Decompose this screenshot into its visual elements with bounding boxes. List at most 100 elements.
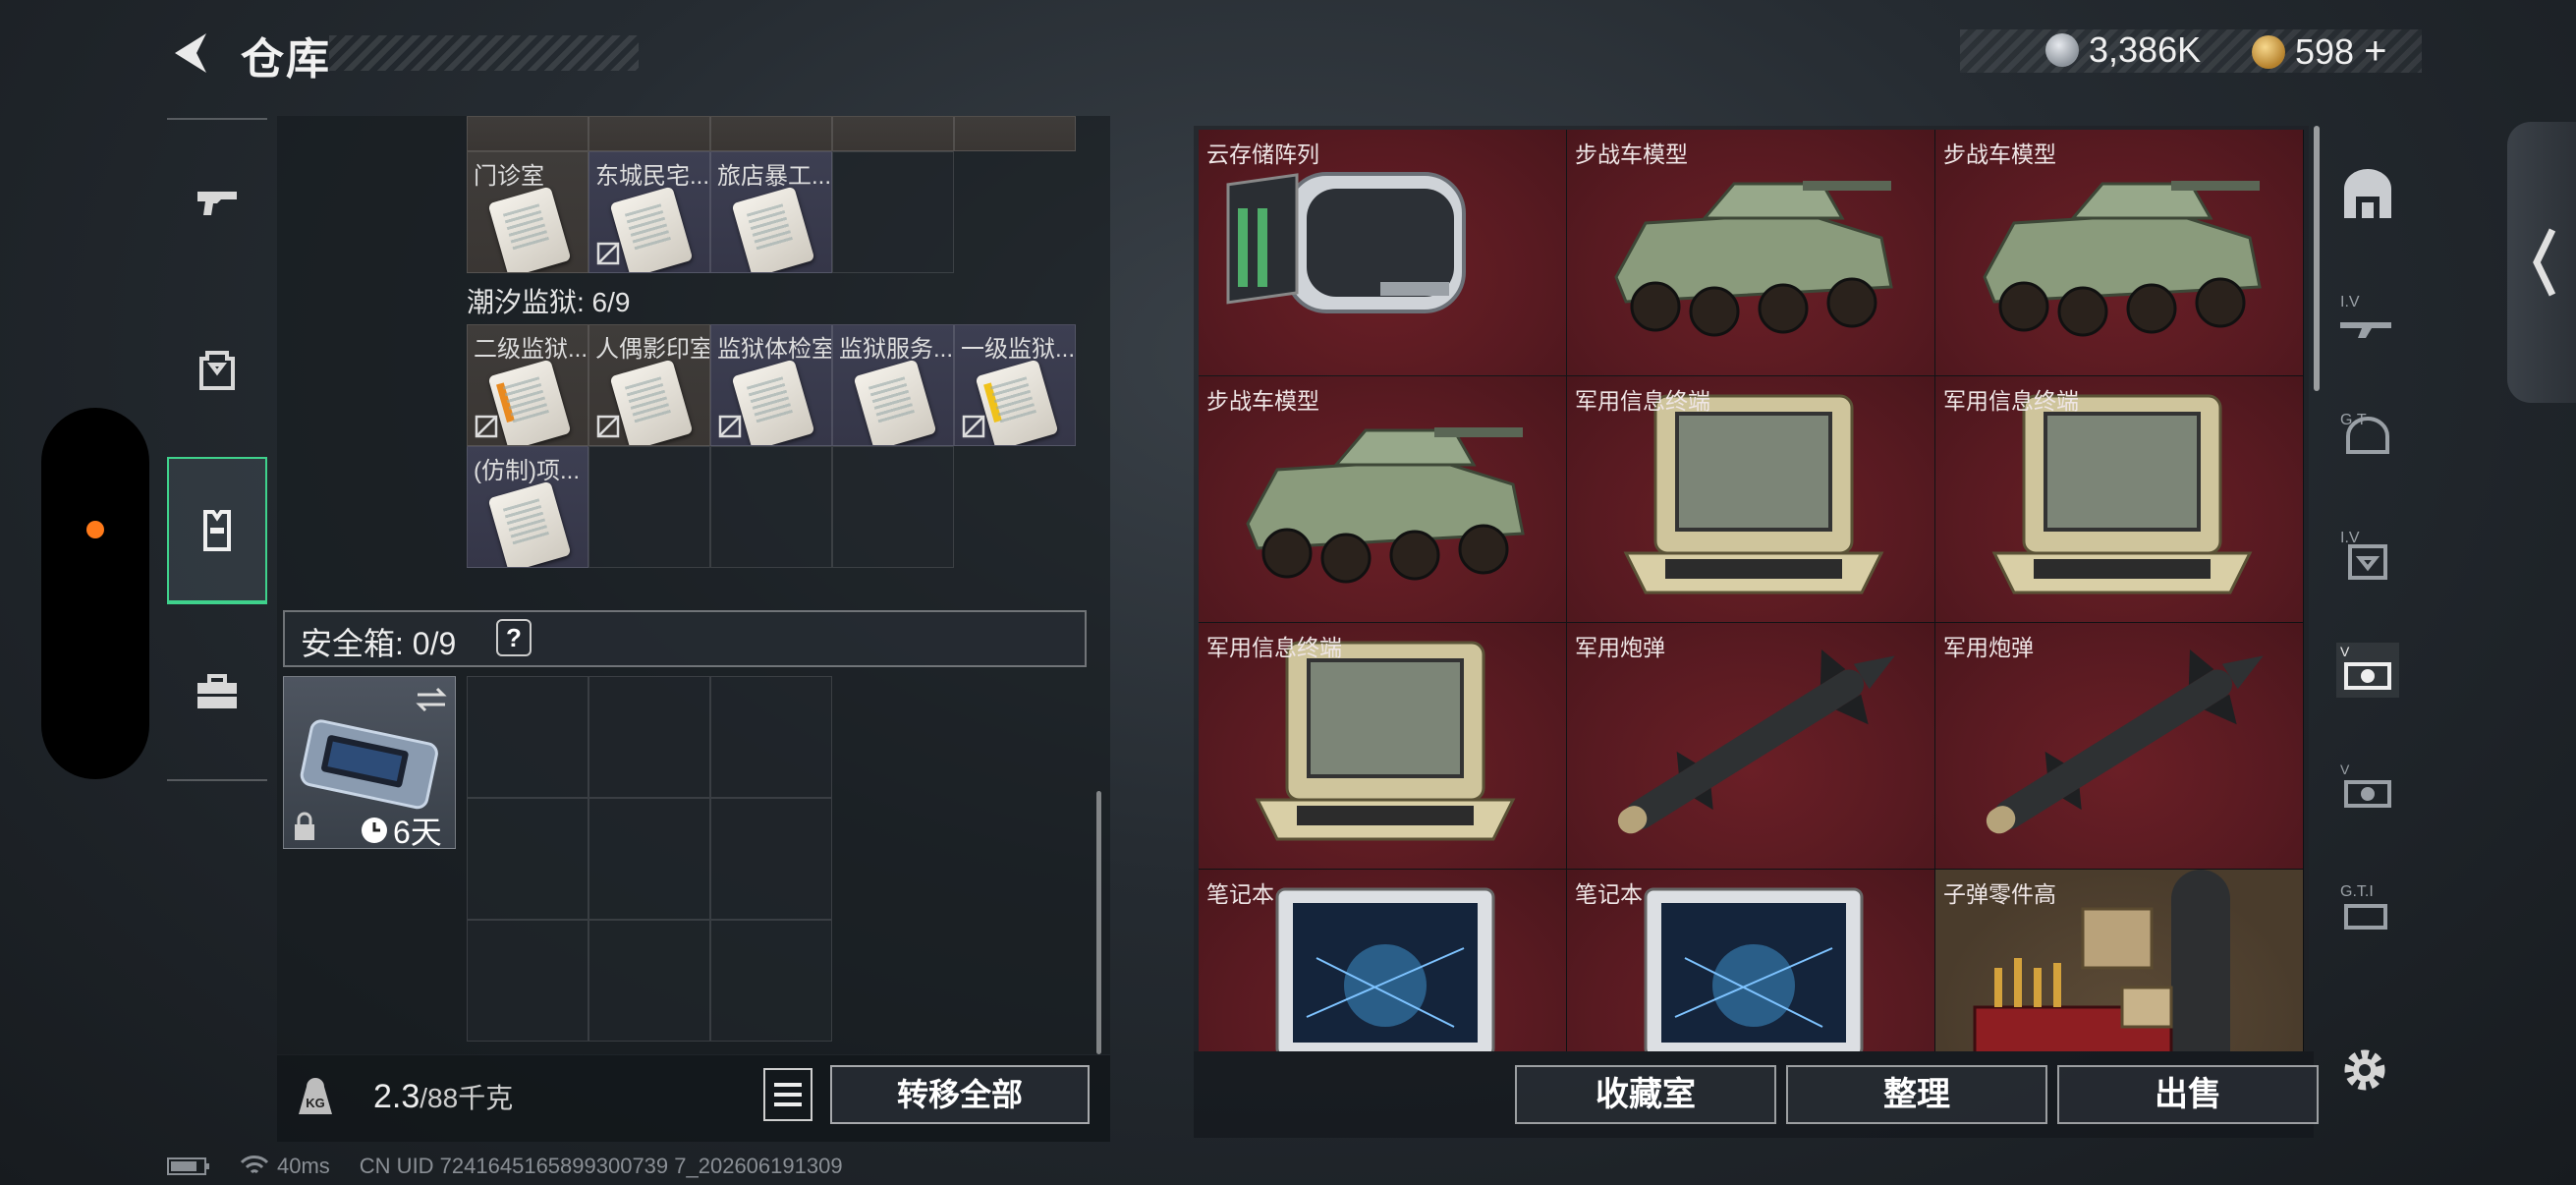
gear-icon[interactable] [2338, 1044, 2391, 1097]
pistol-icon [197, 192, 237, 215]
empty-slot[interactable] [832, 151, 954, 273]
key-slot[interactable] [954, 116, 1076, 151]
empty-slot[interactable] [467, 798, 588, 920]
page-title: 仓库 [241, 35, 331, 84]
empty-slot[interactable] [588, 798, 710, 920]
stash-item-name: 笔记本 [1206, 881, 1274, 907]
safe-box-grid [467, 676, 832, 1042]
empty-slot[interactable] [832, 446, 954, 568]
key-row-a: 门诊室 东城民宅... 旅店暴工... [467, 151, 954, 273]
lock-icon [295, 812, 314, 840]
key-slot[interactable]: (仿制)项... [467, 446, 588, 568]
empty-slot[interactable] [710, 446, 832, 568]
stash-item[interactable]: 子弹零件高 [1935, 870, 2303, 1051]
helmet-filter-icon[interactable]: G.T [2336, 405, 2399, 468]
stash-item[interactable]: 军用信息终端 [1935, 376, 2303, 622]
sort-button[interactable]: 整理 [1786, 1065, 2047, 1124]
stash-item-name: 军用信息终端 [1575, 388, 1710, 414]
empty-slot[interactable] [710, 676, 832, 798]
swap-icon[interactable] [414, 685, 449, 714]
svg-text:I.V: I.V [2340, 294, 2360, 310]
ping-text: 40ms [277, 1154, 330, 1178]
unlinked-icon [596, 242, 620, 265]
key-row-b: 二级监狱... 人偶影印室 监狱体检室 监狱服务... 一级监狱... (仿制)… [467, 324, 1076, 568]
key-slot[interactable] [710, 116, 832, 151]
unlinked-icon [596, 415, 620, 438]
recording-dot-icon [86, 521, 104, 538]
key-slot[interactable]: 监狱体检室 [710, 324, 832, 446]
key-slot[interactable] [832, 116, 954, 151]
keycard-icon [487, 186, 572, 272]
stash-item-name: 军用炮弹 [1575, 635, 1665, 660]
stash-scrollbar[interactable] [2314, 126, 2320, 391]
safe-box-label: 安全箱: 0/9 [301, 626, 457, 661]
stash-item[interactable]: 笔记本 [1567, 870, 1934, 1051]
stash-item[interactable]: 军用炮弹 [1935, 623, 2303, 869]
key-slot[interactable]: 旅店暴工... [710, 151, 832, 273]
stash-item[interactable]: 步战车模型 [1199, 376, 1566, 622]
empty-slot[interactable] [710, 920, 832, 1042]
key-name: 旅店暴工... [717, 163, 832, 190]
key-slot[interactable]: 二级监狱... [467, 324, 588, 446]
empty-slot[interactable] [588, 676, 710, 798]
empty-slot[interactable] [710, 798, 832, 920]
sell-button[interactable]: 出售 [2057, 1065, 2319, 1124]
list-view-button[interactable] [763, 1068, 812, 1121]
stash-item[interactable]: 军用信息终端 [1199, 623, 1566, 869]
chevron-left-icon [2533, 228, 2556, 297]
tab-weapons[interactable] [167, 128, 267, 275]
left-scrollbar[interactable] [1096, 791, 1101, 1054]
ammo-filter-icon[interactable]: V [2336, 757, 2399, 819]
key-slot[interactable]: 门诊室 [467, 151, 588, 273]
tab-toolbox[interactable] [167, 619, 267, 766]
uid-text: CN UID 7241645165899300739 7_20260619130… [359, 1154, 843, 1178]
stash-item-name: 军用信息终端 [1206, 635, 1342, 660]
empty-slot[interactable] [588, 446, 710, 568]
keycard-icon [731, 359, 815, 445]
stash-item[interactable]: 步战车模型 [1935, 130, 2303, 375]
key-slot[interactable]: 东城民宅... [588, 151, 710, 273]
parts-filter-icon[interactable]: G.T.I [2336, 876, 2399, 939]
key-slot[interactable]: 一级监狱... [954, 324, 1076, 446]
stash-item-name: 步战车模型 [1206, 388, 1319, 414]
battery-icon [167, 1157, 209, 1175]
gold-currency[interactable]: 598 + [2252, 29, 2386, 74]
wifi-icon [240, 1156, 269, 1174]
stash-item[interactable]: 军用炮弹 [1567, 623, 1934, 869]
key-slot[interactable]: 监狱服务... [832, 324, 954, 446]
stash-item[interactable]: 笔记本 [1199, 870, 1566, 1051]
key-slot[interactable] [588, 116, 710, 151]
floating-assistant-pill[interactable] [41, 408, 149, 779]
tab-backpack[interactable] [167, 295, 267, 442]
back-button[interactable] [167, 28, 216, 79]
keycard-icon [853, 359, 937, 445]
clock-icon [362, 818, 387, 843]
tab-divider [167, 779, 267, 781]
svg-text:V: V [2340, 644, 2350, 659]
armor-filter-icon[interactable]: I.V [2336, 523, 2399, 586]
stash-item[interactable]: 步战车模型 [1567, 130, 1934, 375]
rifle-filter-icon[interactable]: I.V [2336, 287, 2399, 350]
side-drawer-handle[interactable] [2507, 122, 2576, 403]
category-tabs [167, 118, 267, 781]
empty-slot[interactable] [467, 676, 588, 798]
key-slot[interactable] [467, 116, 588, 151]
weight-value: 2.3 [373, 1078, 420, 1115]
svg-text:KG: KG [306, 1096, 325, 1110]
collection-room-button[interactable]: 收藏室 [1515, 1065, 1776, 1124]
stash-item[interactable]: 云存储阵列 [1199, 130, 1566, 375]
stash-item-name: 笔记本 [1575, 881, 1643, 907]
tab-chest-rig[interactable] [167, 457, 267, 604]
key-row-top-cut [467, 116, 1076, 151]
keycard-icon [731, 186, 815, 272]
transfer-all-button[interactable]: 转移全部 [830, 1065, 1090, 1124]
empty-slot[interactable] [588, 920, 710, 1042]
valuables-filter-icon[interactable]: V [2336, 639, 2399, 702]
empty-slot[interactable] [467, 920, 588, 1042]
key-slot[interactable]: 人偶影印室 [588, 324, 710, 446]
help-button[interactable]: ? [496, 619, 532, 656]
weight-max: /88千克 [420, 1083, 514, 1113]
shelter-icon[interactable] [2336, 163, 2399, 226]
stash-item[interactable]: 军用信息终端 [1567, 376, 1934, 622]
add-currency-icon[interactable]: + [2364, 29, 2386, 74]
